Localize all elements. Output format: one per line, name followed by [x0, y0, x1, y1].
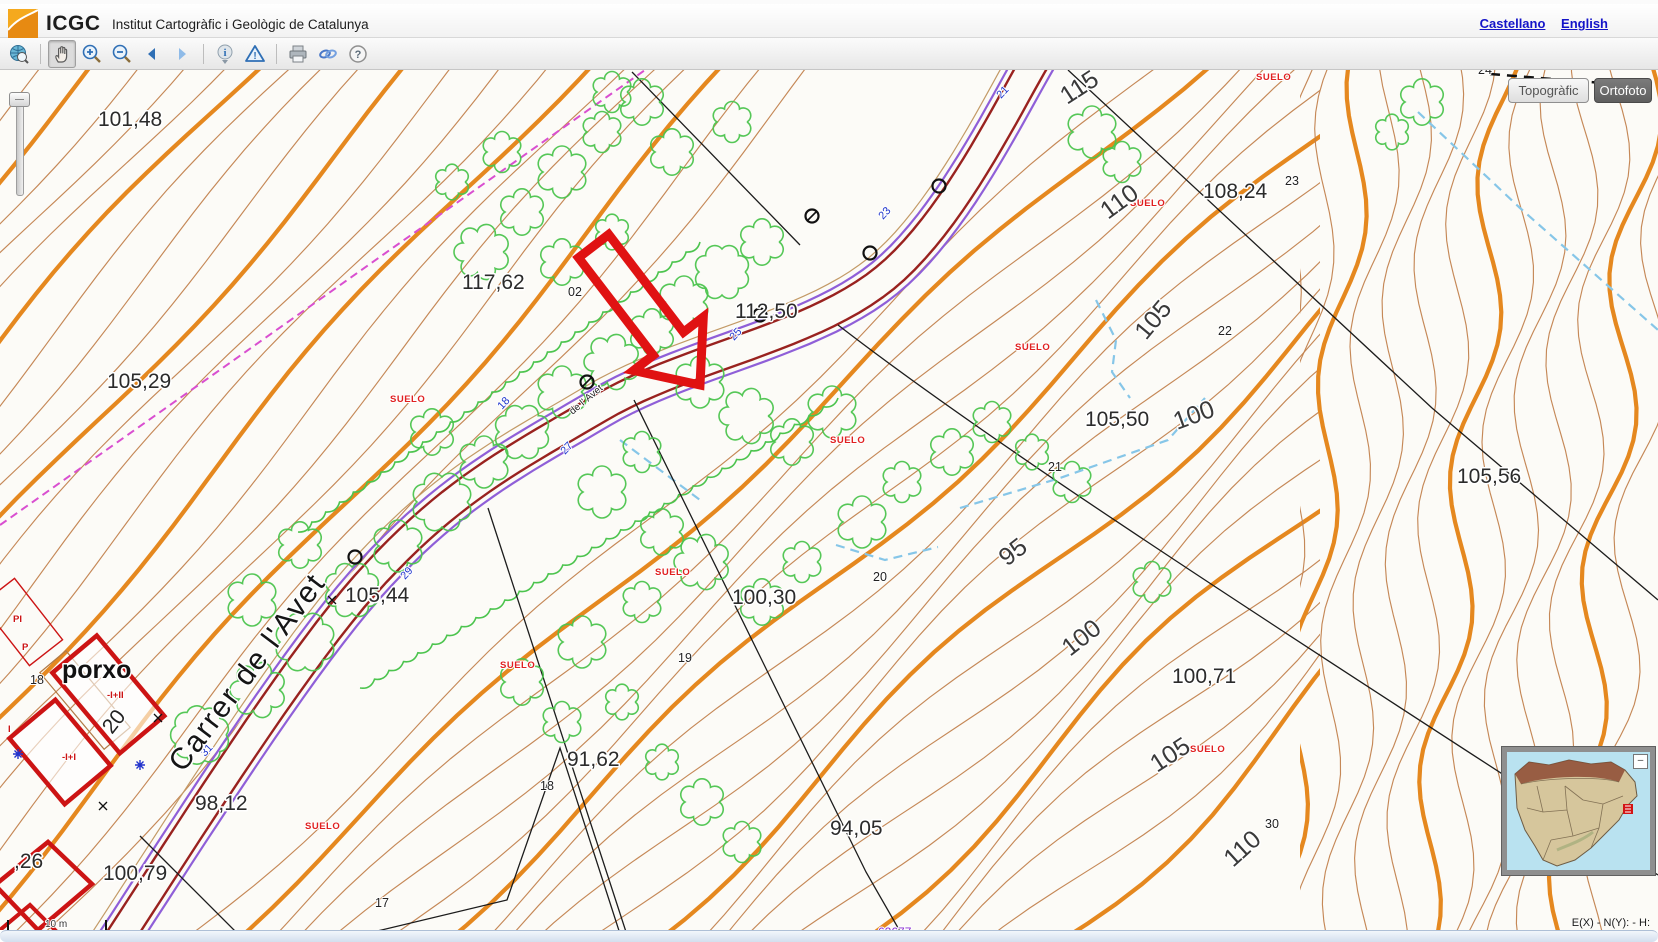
elevation-label: ,26 [14, 850, 43, 873]
elevation-label: 105,56 [1457, 465, 1521, 488]
zoom-extent-button[interactable] [5, 40, 33, 68]
parcel-number-label: 18 [30, 673, 44, 687]
identify-icon: i [214, 43, 236, 65]
parcel-number-label: 30 [1265, 817, 1279, 831]
help-button[interactable]: ? [344, 40, 372, 68]
map-toolbar: i ! ? [0, 38, 1658, 70]
scale-bar-label: 10 m [45, 919, 67, 930]
print-button[interactable] [284, 40, 312, 68]
language-switcher: Castellano English [1468, 16, 1608, 31]
parcel-number-label: 17 [375, 896, 389, 910]
elevation-label: 101,48 [98, 108, 162, 131]
svg-text:!: ! [253, 51, 256, 62]
elevation-label: 91,62 [567, 748, 620, 771]
building-code-label: I [8, 724, 11, 735]
building-code-label: -I+I [62, 752, 76, 763]
hydrant-symbol [135, 760, 145, 770]
parcel-number-label: 22 [1218, 324, 1232, 338]
parcel-number-label: 23 [1285, 174, 1299, 188]
zoom-slider-handle[interactable] [9, 92, 30, 107]
parcel-number-label: 02 [568, 285, 582, 299]
suelo-label: SUELO [830, 435, 865, 446]
svg-text:?: ? [355, 49, 362, 61]
link-icon [317, 43, 339, 65]
page-title: Institut Cartogràfic i Geològic de Catal… [112, 17, 369, 32]
horizontal-scrollbar[interactable] [0, 930, 1658, 942]
elevation-label: 100,71 [1172, 665, 1236, 688]
app-header: ICGC Institut Cartogràfic i Geològic de … [0, 0, 1658, 38]
parcel-number-label: 18 [540, 779, 554, 793]
icgc-logo-icon [8, 9, 38, 38]
hydrant-symbol [13, 749, 23, 759]
warning-button[interactable]: ! [241, 40, 269, 68]
parcel-number-label: 20 [873, 570, 887, 584]
parcel-number-label: 24 [1478, 70, 1492, 77]
toolbar-separator [203, 44, 204, 64]
zoom-extent-icon [8, 43, 30, 65]
suelo-label: SUELO [1015, 342, 1050, 353]
suelo-label: SUELO [305, 821, 340, 832]
suelo-label: SUELO [390, 394, 425, 405]
pan-tool-button[interactable] [48, 40, 76, 68]
elevation-label: 98,12 [195, 792, 248, 815]
elevation-label: 105,50 [1085, 408, 1149, 431]
overview-map[interactable]: – [1502, 747, 1655, 875]
toolbar-separator [40, 44, 41, 64]
elevation-label: 100,30 [732, 586, 796, 609]
topographic-map: SUELO SUELO SUELO SUELO SUELO SUELO SUELO SUELO… [0, 70, 1658, 930]
overview-catalonia-map [1507, 752, 1650, 870]
suelo-label: SUELO [500, 660, 535, 671]
zoom-in-button[interactable] [78, 40, 106, 68]
zoom-slider-track[interactable] [16, 100, 24, 196]
warning-icon: ! [244, 43, 266, 65]
suelo-label: SUELO [1256, 72, 1291, 83]
back-arrow-icon [143, 45, 161, 63]
building-code-label: P [22, 642, 29, 653]
toolbar-separator [276, 44, 277, 64]
parcel-number-label: 19 [678, 651, 692, 665]
forward-arrow-icon [173, 45, 191, 63]
pan-hand-icon [52, 44, 72, 64]
identify-button[interactable]: i [211, 40, 239, 68]
elevation-label: 108,24 [1203, 180, 1268, 203]
building-code-label: PI [13, 614, 22, 625]
basemap-button-ortofoto[interactable]: Ortofoto [1594, 78, 1652, 103]
suelo-label: SUELO [655, 567, 690, 578]
elevation-label: 94,05 [830, 817, 883, 840]
language-link-english[interactable]: English [1561, 16, 1608, 31]
elevation-label: 105,44 [345, 584, 410, 607]
elevation-label: 117,62 [462, 271, 525, 294]
overview-location-marker [1623, 804, 1633, 814]
zoom-out-icon [111, 43, 133, 65]
elevation-label: 100,79 [103, 862, 167, 885]
print-icon [287, 43, 309, 65]
language-link-castellano[interactable]: Castellano [1480, 16, 1546, 31]
back-button[interactable] [138, 40, 166, 68]
coordinate-status: E(X) - N(Y): - H: [1572, 917, 1650, 929]
map-viewport[interactable]: SUELO SUELO SUELO SUELO SUELO SUELO SUELO SUELO… [0, 70, 1658, 930]
svg-text:i: i [223, 47, 226, 59]
help-icon: ? [347, 43, 369, 65]
brand-text: ICGC [46, 12, 101, 36]
building-name-label: porxo [62, 656, 131, 684]
overview-collapse-button[interactable]: – [1633, 754, 1648, 769]
elevation-label: 112,50 [735, 300, 798, 323]
elevation-label: 105,29 [107, 370, 171, 393]
zoom-out-button[interactable] [108, 40, 136, 68]
suelo-label: SUELO [1190, 744, 1225, 755]
forward-button[interactable] [168, 40, 196, 68]
building-code-label: -I+II [107, 690, 124, 701]
zoom-in-icon [81, 43, 103, 65]
basemap-button-topografic[interactable]: Topogràfic [1508, 78, 1589, 103]
share-link-button[interactable] [314, 40, 342, 68]
parcel-number-label: 21 [1048, 460, 1062, 474]
